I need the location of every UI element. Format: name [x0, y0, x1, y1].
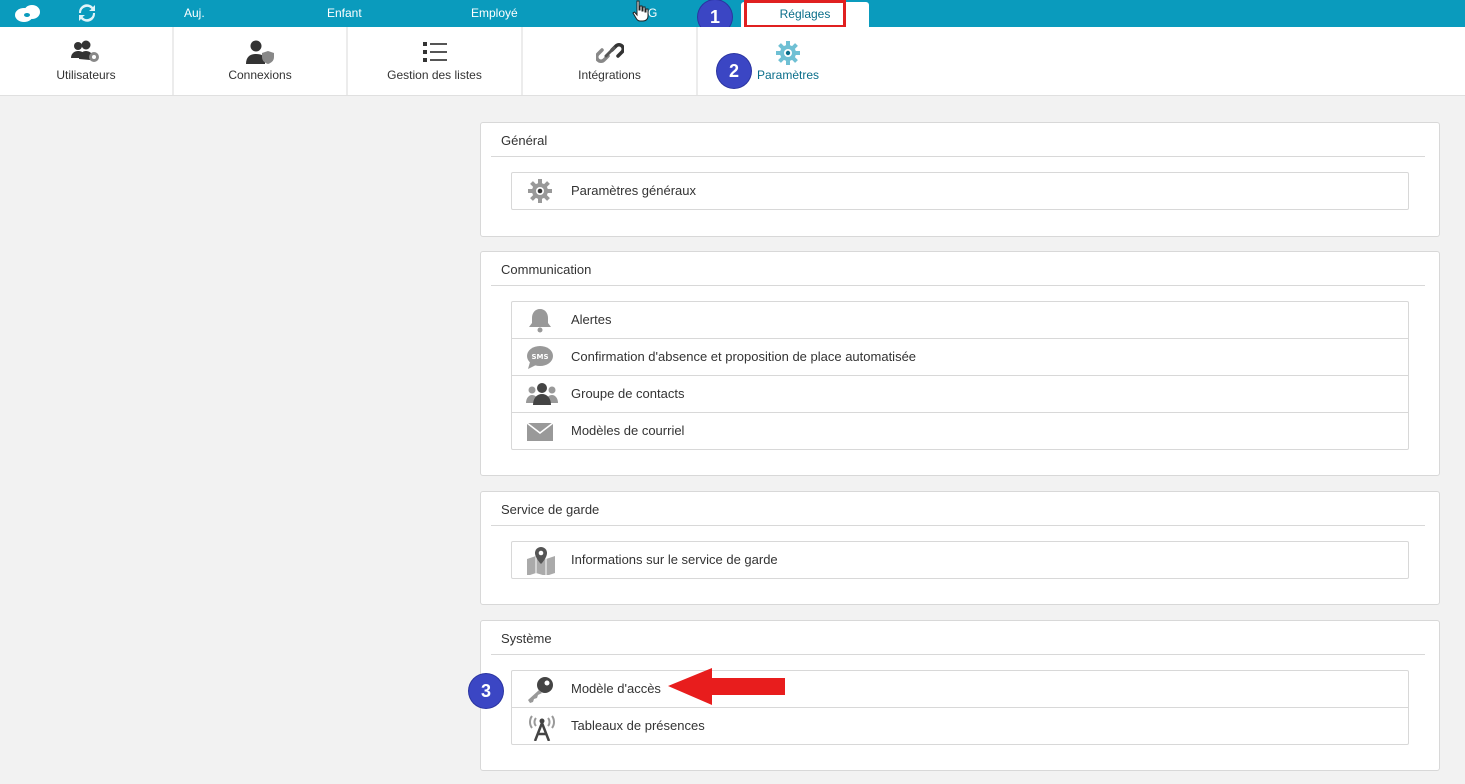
svg-text:SMS: SMS: [531, 353, 548, 361]
toolbar-gestion-listes[interactable]: Gestion des listes: [348, 27, 523, 95]
section-title: Communication: [501, 262, 592, 277]
list-item-label: Alertes: [571, 312, 612, 327]
sms-bubble-icon: SMS: [526, 344, 554, 370]
section-systeme: Système Modèle d'accès Tableaux de prése…: [480, 620, 1440, 771]
divider: [491, 285, 1425, 286]
settings-list: Alertes SMS Confirmation d'absence et pr…: [511, 301, 1409, 450]
list-item-label: Confirmation d'absence et proposition de…: [571, 349, 917, 364]
users-gear-icon: [70, 40, 102, 67]
antenna-icon: [526, 713, 555, 742]
link-icon: [594, 40, 625, 69]
top-navigation-bar: Auj. Enfant Employé G Réglages: [0, 0, 1465, 28]
divider: [491, 156, 1425, 157]
list-item-groupe-contacts[interactable]: Groupe de contacts: [512, 376, 1408, 413]
gear-icon: [775, 40, 801, 69]
toolbar-connexions[interactable]: Connexions: [174, 27, 348, 95]
section-communication: Communication Alertes SMS Confirmation d…: [480, 251, 1440, 476]
list-item-label: Tableaux de présences: [571, 718, 705, 733]
settings-list: Modèle d'accès Tableaux de présences: [511, 670, 1409, 745]
step-badge-3: 3: [469, 674, 503, 708]
list-item-label: Modèle d'accès: [571, 681, 661, 696]
list-item-alertes[interactable]: Alertes: [512, 302, 1408, 339]
settings-list: Paramètres généraux: [511, 172, 1409, 210]
toolbar-integrations[interactable]: Intégrations: [523, 27, 698, 95]
divider: [491, 525, 1425, 526]
section-title: Service de garde: [501, 502, 600, 517]
section-title: Système: [501, 631, 552, 646]
section-service-de-garde: Service de garde Informations sur le ser…: [480, 491, 1440, 605]
gear-icon: [526, 178, 554, 204]
logo-icon[interactable]: [14, 4, 42, 28]
list-item-informations-service-garde[interactable]: Informations sur le service de garde: [512, 542, 1408, 578]
step-badge-2: 2: [717, 54, 751, 88]
section-title: Général: [501, 133, 548, 148]
nav-today[interactable]: Auj.: [184, 0, 205, 27]
list-item-confirmation-absence[interactable]: SMS Confirmation d'absence et propositio…: [512, 339, 1408, 376]
list-item-modele-acces[interactable]: Modèle d'accès: [512, 671, 1408, 708]
red-arrow-icon: [668, 668, 785, 705]
list-item-label: Groupe de contacts: [571, 386, 685, 401]
envelope-icon: [526, 418, 554, 444]
map-pin-icon: [526, 547, 555, 576]
bell-icon: [526, 307, 554, 333]
list-item-label: Paramètres généraux: [571, 183, 697, 198]
toolbar-gestion-listes-label: Gestion des listes: [387, 68, 482, 82]
list-item-tableaux-presences[interactable]: Tableaux de présences: [512, 708, 1408, 744]
nav-employe[interactable]: Employé: [471, 0, 518, 27]
list-item-parametres-generaux[interactable]: Paramètres généraux: [512, 173, 1408, 209]
toolbar-integrations-label: Intégrations: [578, 68, 641, 82]
key-icon: [526, 676, 554, 703]
group-icon: [526, 381, 558, 407]
settings-list: Informations sur le service de garde: [511, 541, 1409, 579]
section-general: Général Paramètres généraux: [480, 122, 1440, 237]
list-item-label: Informations sur le service de garde: [571, 552, 778, 567]
divider: [491, 654, 1425, 655]
highlight-box: [744, 0, 846, 28]
user-shield-icon: [244, 40, 276, 67]
nav-enfant[interactable]: Enfant: [327, 0, 362, 27]
toolbar-utilisateurs-label: Utilisateurs: [56, 68, 116, 82]
refresh-icon[interactable]: [78, 4, 96, 27]
toolbar-connexions-label: Connexions: [228, 68, 292, 82]
list-item-modeles-courriel[interactable]: Modèles de courriel: [512, 413, 1408, 449]
hand-cursor-icon: [632, 0, 650, 27]
list-item-label: Modèles de courriel: [571, 423, 685, 438]
toolbar-utilisateurs[interactable]: Utilisateurs: [0, 27, 174, 95]
list-icon: [421, 40, 449, 67]
